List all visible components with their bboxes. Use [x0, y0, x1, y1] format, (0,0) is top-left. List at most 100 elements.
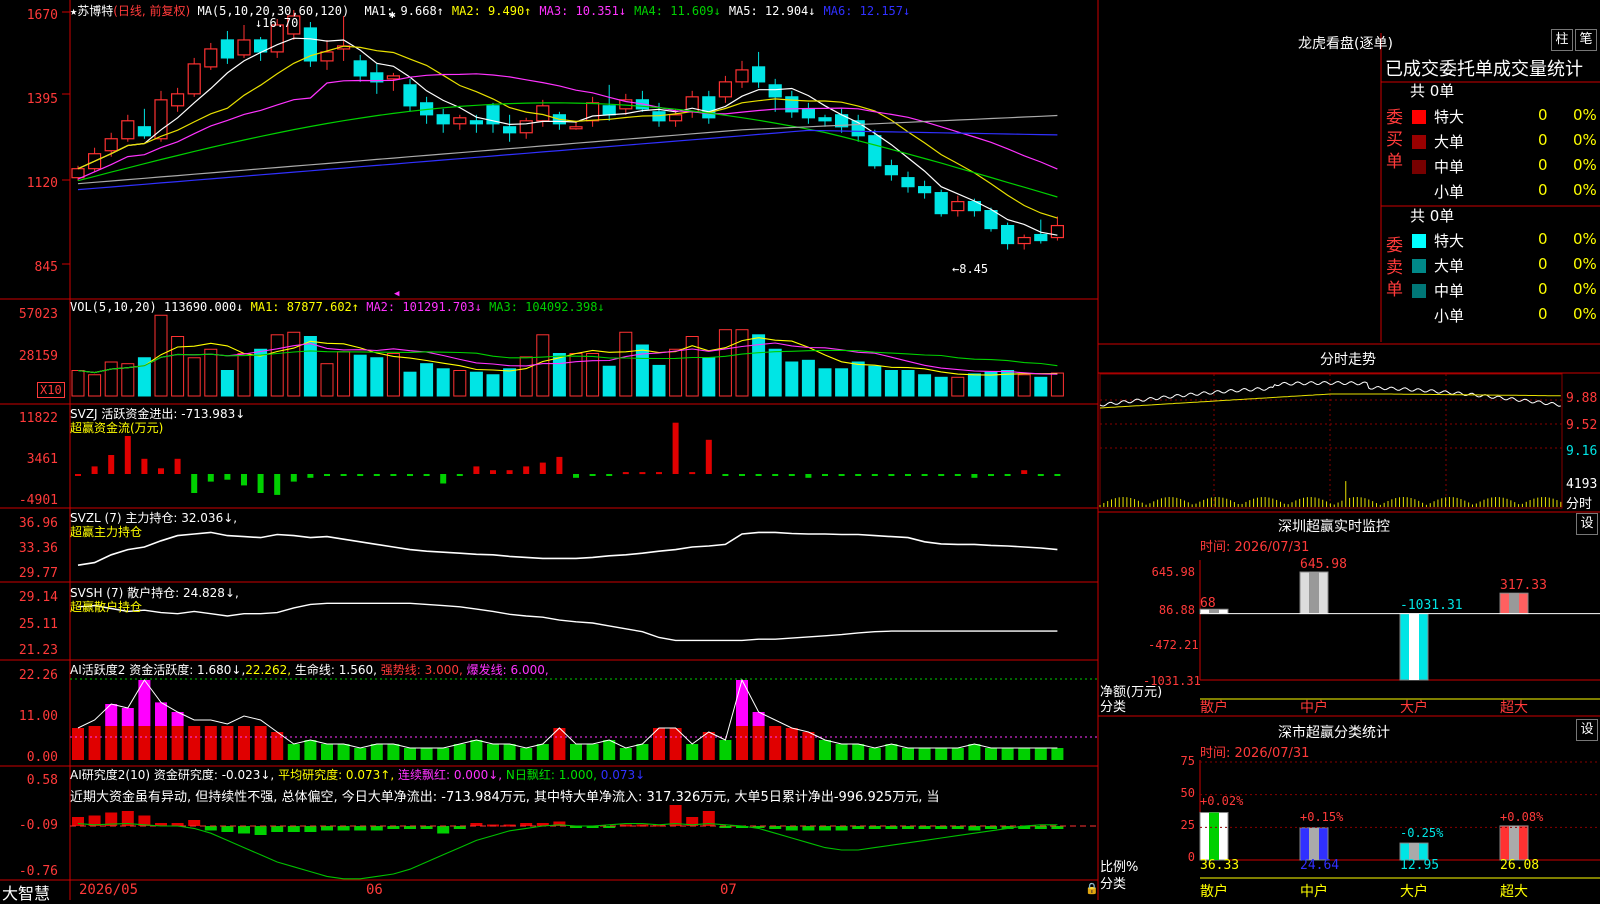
volume-bar[interactable]	[519, 356, 533, 397]
activity-bar[interactable]	[304, 740, 317, 760]
volume-bar[interactable]	[270, 334, 284, 397]
activity-bar[interactable]	[354, 748, 367, 760]
candle[interactable]	[104, 138, 118, 152]
flow-bar[interactable]	[456, 474, 463, 476]
flow-bar[interactable]	[805, 474, 812, 478]
flow-bar[interactable]	[921, 474, 928, 476]
research-bar[interactable]	[835, 826, 848, 831]
flow-bar[interactable]	[340, 474, 347, 476]
candle[interactable]	[569, 126, 583, 130]
activity-bar[interactable]	[138, 726, 151, 760]
flow-bar[interactable]	[722, 474, 729, 476]
flow-bar[interactable]	[1021, 470, 1028, 474]
activity-bar[interactable]	[221, 726, 234, 760]
volume-bar[interactable]	[1034, 376, 1048, 397]
activity-bar[interactable]	[553, 728, 566, 760]
activity-bar[interactable]	[171, 726, 184, 760]
candle[interactable]	[137, 126, 151, 137]
volume-bar[interactable]	[984, 371, 998, 397]
volume-bar[interactable]	[187, 357, 201, 397]
volume-bar[interactable]	[619, 331, 633, 397]
activity-bar[interactable]	[238, 726, 250, 760]
activity-bar[interactable]	[686, 744, 699, 760]
activity-bar[interactable]	[802, 732, 815, 760]
flow-bar[interactable]	[257, 474, 264, 493]
research-bar[interactable]	[437, 826, 450, 834]
candle[interactable]	[171, 93, 185, 107]
candle[interactable]	[884, 165, 899, 176]
research-bar[interactable]	[238, 826, 250, 834]
volume-bar[interactable]	[818, 368, 832, 397]
candle[interactable]	[353, 60, 367, 77]
flow-bar[interactable]	[755, 474, 762, 476]
research-bar[interactable]	[785, 826, 798, 831]
flow-bar[interactable]	[440, 474, 447, 484]
activity-bar-high[interactable]	[736, 680, 748, 726]
volume-bar[interactable]	[835, 368, 849, 397]
volume-bar[interactable]	[951, 376, 965, 397]
activity-bar[interactable]	[204, 726, 217, 760]
flow-bar[interactable]	[788, 474, 795, 476]
volume-bar[interactable]	[868, 365, 882, 397]
candle[interactable]	[868, 135, 882, 167]
activity-bar[interactable]	[736, 726, 748, 760]
candle[interactable]	[403, 84, 417, 107]
candle[interactable]	[934, 192, 948, 215]
candle[interactable]	[702, 96, 716, 119]
lock-icon[interactable]: 🔒	[1085, 882, 1099, 895]
volume-bar[interactable]	[353, 354, 367, 397]
volume-bar[interactable]	[71, 370, 85, 397]
flow-bar[interactable]	[373, 474, 380, 476]
flow-bar[interactable]	[91, 466, 98, 474]
volume-bar[interactable]	[370, 357, 384, 397]
candle[interactable]	[519, 120, 533, 134]
activity-bar[interactable]	[885, 744, 898, 760]
activity-bar[interactable]	[918, 748, 931, 760]
volume-bar[interactable]	[171, 336, 185, 397]
volume-bar[interactable]	[486, 374, 500, 397]
candle[interactable]	[320, 51, 334, 62]
candle[interactable]	[187, 63, 201, 95]
volume-bar[interactable]	[320, 363, 334, 397]
candle[interactable]	[801, 108, 816, 119]
activity-bar[interactable]	[1018, 748, 1031, 760]
activity-bar[interactable]	[155, 726, 167, 760]
activity-bar[interactable]	[105, 726, 118, 760]
activity-bar[interactable]	[503, 744, 516, 760]
activity-bar[interactable]	[437, 748, 450, 760]
flow-bar[interactable]	[905, 474, 911, 476]
flow-bar[interactable]	[274, 474, 281, 495]
candle[interactable]	[1000, 224, 1015, 245]
activity-bar[interactable]	[420, 748, 433, 760]
activity-bar-high[interactable]	[155, 702, 167, 726]
flow-bar[interactable]	[954, 474, 961, 476]
volume-bar[interactable]	[768, 348, 782, 397]
flow-bar[interactable]	[573, 474, 579, 478]
volume-bar[interactable]	[403, 371, 417, 397]
flow-bar[interactable]	[207, 474, 214, 482]
activity-bar[interactable]	[968, 744, 981, 760]
candle[interactable]	[768, 84, 782, 98]
research-bar[interactable]	[669, 805, 682, 826]
research-bar[interactable]	[304, 826, 317, 832]
activity-bar[interactable]	[287, 744, 300, 760]
flow-bar[interactable]	[324, 474, 330, 476]
flow-bar[interactable]	[855, 474, 862, 476]
activity-bar[interactable]	[951, 748, 964, 760]
flow-bar[interactable]	[473, 466, 480, 474]
research-bar[interactable]	[188, 820, 201, 826]
volume-bar[interactable]	[237, 353, 251, 397]
volume-bar[interactable]	[569, 353, 583, 397]
activity-bar[interactable]	[321, 744, 333, 760]
volume-bar[interactable]	[702, 357, 716, 397]
activity-bar[interactable]	[619, 748, 632, 760]
candle[interactable]	[1034, 233, 1048, 242]
activity-bar[interactable]	[586, 744, 599, 760]
research-bar[interactable]	[221, 826, 234, 832]
volume-bar[interactable]	[154, 314, 168, 397]
volume-bar[interactable]	[934, 376, 948, 397]
activity-bar[interactable]	[1051, 748, 1064, 760]
research-bar[interactable]	[321, 826, 333, 831]
activity-bar[interactable]	[868, 748, 881, 760]
flow-bar[interactable]	[672, 422, 679, 474]
